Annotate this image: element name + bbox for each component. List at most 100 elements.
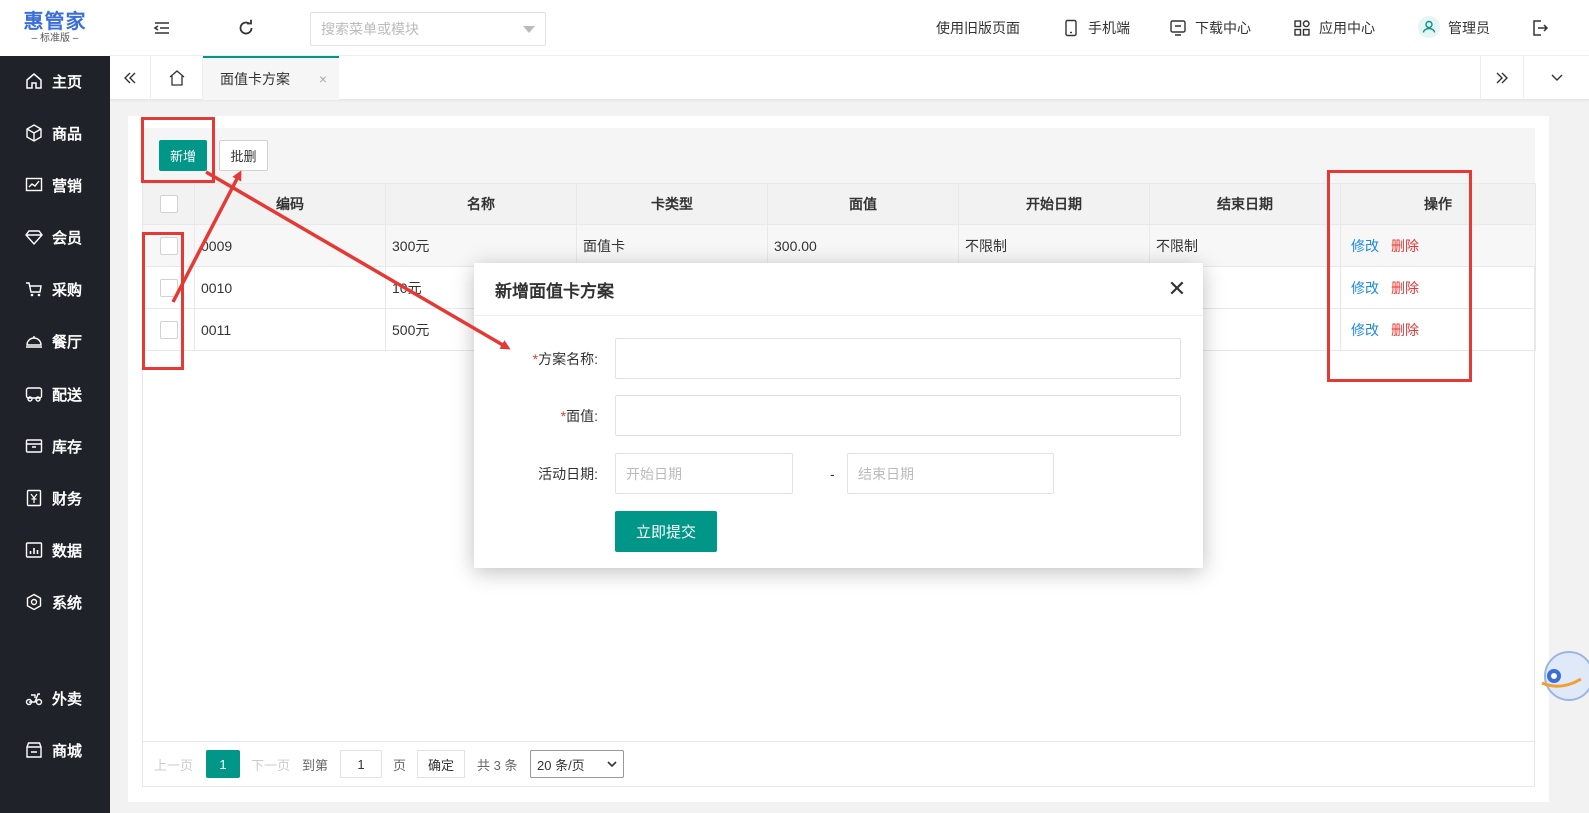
next-page-link[interactable]: 下一页: [251, 750, 290, 778]
column-header: 操作: [1340, 183, 1536, 225]
diamond-icon: [24, 227, 44, 247]
page-size-select[interactable]: 20 条/页: [530, 750, 624, 778]
sidebar-item-label: 餐厅: [52, 333, 83, 351]
home-icon: [24, 71, 44, 91]
floating-assistant-icon[interactable]: [1541, 643, 1589, 709]
tab-card-plan[interactable]: 面值卡方案 ×: [203, 56, 339, 100]
delete-link[interactable]: 删除: [1391, 280, 1419, 296]
mobile-link[interactable]: 手机端: [1062, 18, 1130, 38]
user-label: 管理员: [1448, 20, 1490, 36]
sidebar-item-restaurant[interactable]: 餐厅: [0, 321, 110, 361]
actions-cell: 修改 删除: [1340, 266, 1536, 309]
column-header: 编码: [194, 183, 386, 225]
logo-title: 惠管家: [23, 11, 87, 33]
chart-icon: [24, 175, 44, 195]
tabs-scroll-right-icon[interactable]: [1480, 56, 1524, 100]
logo[interactable]: 惠管家 – 标准版 –: [0, 0, 110, 56]
plan-name-input[interactable]: [615, 338, 1181, 379]
collapse-menu-icon[interactable]: [150, 16, 174, 40]
sidebar-item-takeaway[interactable]: 外卖: [0, 678, 110, 718]
refresh-icon[interactable]: [234, 16, 258, 40]
add-button[interactable]: 新增: [159, 140, 207, 171]
end-date-input[interactable]: 结束日期: [847, 453, 1054, 494]
monitor-icon: [1169, 19, 1187, 37]
download-center-link[interactable]: 下载中心: [1169, 18, 1251, 38]
end-date-cell: 不限制: [1149, 224, 1341, 267]
face-value-label-text: 面值:: [566, 408, 598, 424]
face-value-label: *面值:: [474, 406, 598, 426]
phone-icon: [1062, 19, 1080, 37]
old-page-label: 使用旧版页面: [936, 20, 1020, 36]
sidebar-item-label: 财务: [52, 490, 83, 508]
user-menu[interactable]: 管理员: [1418, 16, 1490, 38]
sidebar-item-delivery[interactable]: 配送: [0, 374, 110, 414]
tabs-scroll-left-icon[interactable]: [110, 56, 151, 100]
sidebar-item-system[interactable]: 系统: [0, 582, 110, 622]
scooter-icon: [24, 688, 44, 708]
plan-name-label-text: 方案名称:: [538, 351, 598, 367]
prev-page-link[interactable]: 上一页: [154, 750, 193, 778]
row-checkbox[interactable]: [159, 320, 178, 339]
batch-delete-button[interactable]: 批删: [219, 140, 268, 171]
face-value-input[interactable]: [615, 395, 1181, 436]
column-header: 卡类型: [576, 183, 768, 225]
menu-search-select[interactable]: 搜索菜单或模块: [310, 12, 546, 46]
select-all-checkbox[interactable]: [159, 195, 178, 214]
row-checkbox[interactable]: [159, 236, 178, 255]
sidebar-item-members[interactable]: 会员: [0, 217, 110, 257]
goto-label: 到第: [302, 757, 329, 773]
row-select-cell: [142, 266, 195, 309]
store-icon: [24, 740, 44, 760]
tab-close-icon[interactable]: ×: [319, 71, 327, 87]
goto-confirm-button[interactable]: 确定: [417, 750, 466, 778]
column-header: 面值: [767, 183, 959, 225]
dialog-title: 新增面值卡方案: [474, 263, 1203, 316]
dome-icon: [24, 331, 44, 351]
app-center-link[interactable]: 应用中心: [1293, 18, 1375, 38]
tab-home-icon[interactable]: [151, 56, 203, 100]
row-select-cell: [142, 308, 195, 351]
box-icon: [24, 436, 44, 456]
start-date-cell: 不限制: [958, 224, 1150, 267]
current-page[interactable]: 1: [206, 750, 240, 778]
sidebar-item-mall[interactable]: 商城: [0, 730, 110, 770]
logout-icon[interactable]: [1528, 16, 1552, 40]
row-select-cell: [142, 224, 195, 267]
type-cell: 面值卡: [576, 224, 768, 267]
delete-link[interactable]: 删除: [1391, 238, 1419, 254]
sidebar-item-label: 营销: [52, 177, 83, 195]
sidebar-item-label: 库存: [52, 438, 83, 456]
old-page-link[interactable]: 使用旧版页面: [936, 18, 1020, 38]
start-date-input[interactable]: 开始日期: [615, 453, 793, 494]
sidebar-item-label: 外卖: [52, 690, 83, 708]
sidebar-item-label: 配送: [52, 386, 83, 404]
sidebar-item-inventory[interactable]: 库存: [0, 426, 110, 466]
sidebar-item-label: 主页: [52, 73, 83, 91]
cube-icon: [24, 123, 44, 143]
tabs-menu-chevron-icon[interactable]: [1524, 56, 1589, 100]
close-icon[interactable]: ✕: [1165, 276, 1189, 301]
mobile-label: 手机端: [1088, 20, 1130, 36]
top-header: 搜索菜单或模块 使用旧版页面 手机端 下载中心 应用中心 管理员: [110, 0, 1589, 56]
add-card-plan-dialog: 新增面值卡方案 ✕ *方案名称: *面值: 活动日期: 开始日期 - 结束日期 …: [474, 263, 1203, 568]
sidebar-item-goods[interactable]: 商品: [0, 113, 110, 153]
sidebar-item-home[interactable]: 主页: [0, 61, 110, 101]
sidebar-item-marketing[interactable]: 营销: [0, 165, 110, 205]
bar-chart-icon: [24, 540, 44, 560]
delete-link[interactable]: 删除: [1391, 322, 1419, 338]
end-date-placeholder: 结束日期: [858, 465, 914, 482]
tab-label: 面值卡方案: [220, 71, 290, 87]
user-avatar-icon: [1418, 16, 1440, 38]
chevron-down-icon: [523, 26, 535, 33]
sidebar-item-data[interactable]: 数据: [0, 530, 110, 570]
row-checkbox[interactable]: [159, 278, 178, 297]
edit-link[interactable]: 修改: [1351, 280, 1379, 296]
table-row: 0009 300元 面值卡 300.00 不限制 不限制 修改 删除: [142, 224, 1536, 267]
submit-button[interactable]: 立即提交: [615, 511, 717, 552]
edit-link[interactable]: 修改: [1351, 322, 1379, 338]
sidebar-item-finance[interactable]: 财务: [0, 478, 110, 518]
chevron-down-icon: [607, 761, 617, 768]
sidebar-item-purchase[interactable]: 采购: [0, 269, 110, 309]
edit-link[interactable]: 修改: [1351, 238, 1379, 254]
goto-page-input[interactable]: 1: [340, 750, 382, 778]
